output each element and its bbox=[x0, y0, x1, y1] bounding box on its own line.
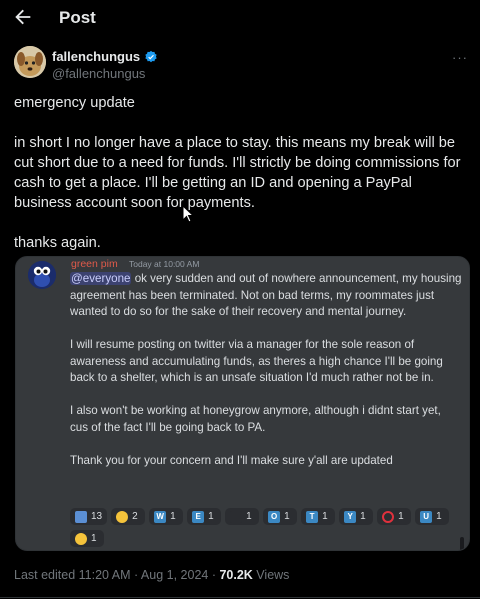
mouse-cursor-icon bbox=[182, 205, 194, 223]
discord-message-body: ok very sudden and out of nowhere announ… bbox=[70, 272, 462, 467]
creature-avatar-icon bbox=[28, 261, 56, 289]
letter-y-icon: Y bbox=[344, 510, 357, 523]
edited-timestamp[interactable]: Last edited 11:20 AM · Aug 1, 2024 · bbox=[14, 568, 219, 582]
views-count: 70.2K bbox=[219, 568, 253, 582]
author-handle[interactable]: @fallenchungus bbox=[52, 66, 145, 81]
reaction-chip: E1 bbox=[187, 508, 222, 525]
dog-avatar-icon bbox=[14, 46, 46, 78]
discord-timestamp: Today at 10:00 AM bbox=[129, 259, 200, 269]
reaction-chip: O1 bbox=[263, 508, 298, 525]
red-circle-icon bbox=[382, 510, 395, 523]
letter-u-icon: U bbox=[420, 510, 433, 523]
reaction-count: 1 bbox=[284, 511, 290, 522]
face-emoji-icon bbox=[116, 510, 129, 523]
page-title: Post bbox=[59, 8, 96, 27]
reaction-count: 2 bbox=[132, 511, 138, 522]
blank-emoji-icon bbox=[230, 510, 243, 523]
water-emoji-icon bbox=[75, 510, 87, 523]
reaction-count: 1 bbox=[436, 511, 442, 522]
views-label: Views bbox=[252, 568, 290, 582]
letter-w-icon: W bbox=[154, 510, 167, 523]
reaction-count: 1 bbox=[208, 511, 214, 522]
reaction-chip: 13 bbox=[70, 508, 108, 525]
letter-o-icon: O bbox=[268, 510, 281, 523]
reaction-chip: 2 bbox=[111, 508, 146, 525]
post-metadata: Last edited 11:20 AM · Aug 1, 2024 · 70.… bbox=[14, 568, 289, 582]
discord-message: @everyone ok very sudden and out of nowh… bbox=[70, 271, 462, 469]
reaction-count: 1 bbox=[170, 511, 176, 522]
divider bbox=[0, 597, 480, 598]
verified-badge-icon bbox=[145, 50, 157, 62]
reaction-count: 1 bbox=[322, 511, 328, 522]
scrollbar bbox=[460, 537, 464, 550]
sad-face-emoji-icon bbox=[75, 532, 87, 545]
reaction-chip: T1 bbox=[301, 508, 336, 525]
back-arrow-icon[interactable] bbox=[12, 6, 34, 28]
everyone-mention: @everyone bbox=[70, 272, 132, 285]
more-options-icon[interactable]: ··· bbox=[452, 50, 468, 65]
post-text: emergency update in short I no longer ha… bbox=[14, 95, 461, 251]
author-name-row: fallenchungus bbox=[52, 49, 158, 64]
reaction-count: 1 bbox=[246, 511, 252, 522]
reaction-chip: Y1 bbox=[339, 508, 374, 525]
discord-username: green pim bbox=[71, 258, 118, 270]
discord-avatar bbox=[28, 261, 56, 289]
reaction-chip: U1 bbox=[415, 508, 450, 525]
reaction-chip: 1 bbox=[377, 508, 412, 525]
reaction-chip: 1 bbox=[70, 530, 104, 547]
top-bar: Post bbox=[0, 0, 480, 36]
attached-image[interactable]: green pim Today at 10:00 AM @everyone ok… bbox=[15, 256, 470, 551]
reaction-count: 1 bbox=[91, 533, 97, 544]
letter-e-icon: E bbox=[192, 510, 205, 523]
reaction-bar: 13 2 W 1 E 1 1 O 1 T 1 Y 1 1 U 1 1 bbox=[70, 508, 460, 547]
author-display-name[interactable]: fallenchungus bbox=[52, 49, 140, 64]
avatar[interactable] bbox=[14, 46, 46, 78]
reaction-chip: W1 bbox=[149, 508, 184, 525]
letter-t-icon: T bbox=[306, 510, 319, 523]
reaction-count: 13 bbox=[91, 511, 103, 522]
reaction-chip: 1 bbox=[225, 508, 260, 525]
reaction-count: 1 bbox=[360, 511, 366, 522]
reaction-count: 1 bbox=[398, 511, 404, 522]
